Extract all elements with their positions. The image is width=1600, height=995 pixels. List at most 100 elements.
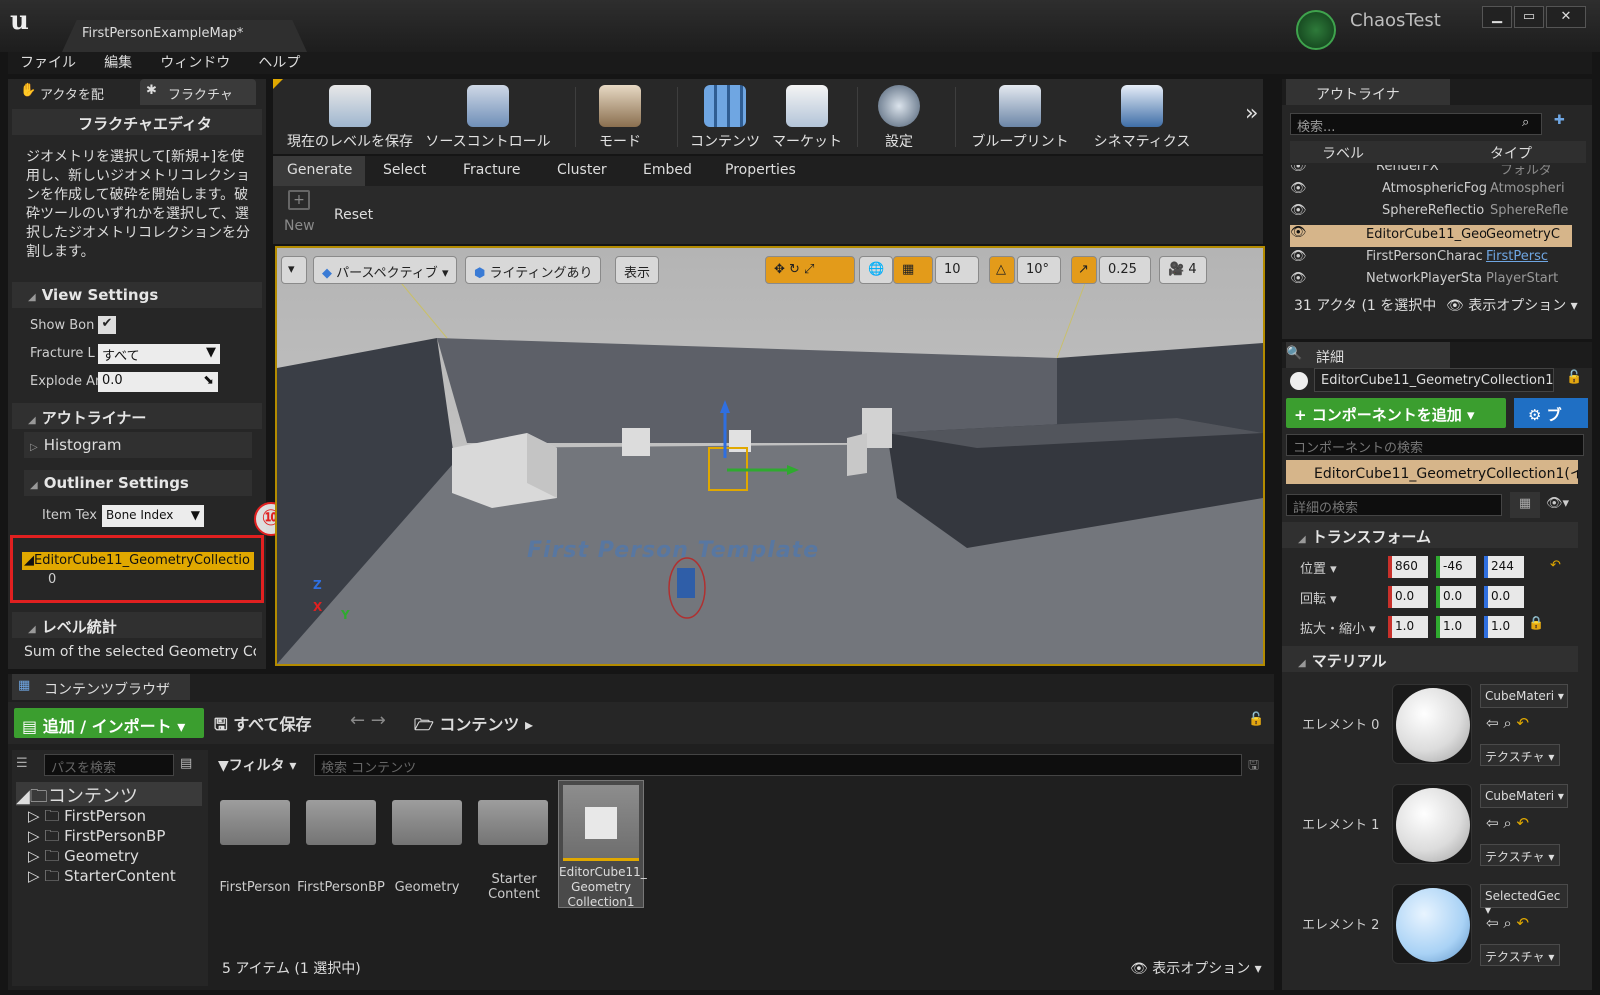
material-1-thumbnail[interactable] bbox=[1392, 784, 1472, 864]
list-item[interactable]: 👁 AtmosphericFog Atmospheri bbox=[1290, 181, 1586, 201]
world-local-toggle[interactable]: 🌐 bbox=[859, 256, 894, 284]
visibility-eye-icon[interactable]: 👁▾ bbox=[1546, 496, 1569, 511]
camera-speed-button[interactable]: 🎥 4 bbox=[1159, 256, 1207, 284]
tree-item[interactable]: ▷ 🗀 FirstPersonBP bbox=[16, 826, 202, 846]
rotation-snap-toggle[interactable]: △ bbox=[989, 256, 1015, 284]
user-avatar-icon[interactable] bbox=[1296, 10, 1336, 50]
outliner-settings-section[interactable]: ◢ Outliner Settings bbox=[24, 470, 252, 496]
settings-button[interactable]: 設定 bbox=[863, 79, 935, 154]
content-search-input[interactable]: 検索 コンテンツ bbox=[314, 754, 1242, 776]
outliner-view-options[interactable]: 👁 表示オプション ▾ bbox=[1446, 295, 1578, 315]
maximize-button[interactable]: ▭ bbox=[1514, 6, 1544, 28]
selected-asset-tile[interactable]: EditorCube11_ Geometry Collection1 bbox=[558, 780, 647, 909]
material-2-texture-select[interactable]: テクスチャ ▾ bbox=[1480, 944, 1560, 966]
menu-help[interactable]: ヘルプ bbox=[258, 52, 300, 74]
modes-button[interactable]: モード bbox=[579, 79, 661, 154]
scale-x[interactable]: 1.0 bbox=[1388, 616, 1428, 638]
list-item[interactable]: 👁 NetworkPlayerSta PlayerStart bbox=[1290, 271, 1586, 285]
material-2-tools[interactable]: ⇦ ⌕ ↶ bbox=[1486, 914, 1529, 932]
source-control-button[interactable]: ソースコントロール bbox=[423, 79, 553, 154]
component-row[interactable]: EditorCube11_GeometryCollection1(イン bbox=[1286, 460, 1578, 484]
rotation-label[interactable]: 回転 ▾ bbox=[1300, 588, 1337, 607]
tree-item[interactable]: ▷ 🗀 FirstPerson bbox=[16, 806, 202, 826]
save-all-button[interactable]: 🖫 すべて保存 bbox=[214, 711, 311, 741]
reset-button[interactable]: Reset bbox=[334, 207, 373, 223]
filter-button[interactable]: ▼フィルタ ▾ bbox=[218, 755, 296, 775]
tab-embed[interactable]: Embed bbox=[643, 156, 692, 186]
toolbar-overflow-button[interactable]: » bbox=[1245, 101, 1258, 126]
save-level-button[interactable]: 現在のレベルを保存 bbox=[279, 79, 421, 154]
perspective-button[interactable]: ◆ パースペクティブ ▾ bbox=[313, 256, 458, 284]
actor-name-field[interactable]: EditorCube11_GeometryCollection1 bbox=[1314, 368, 1554, 392]
add-import-button[interactable]: ▤ 追加 / インポート ▾ bbox=[14, 708, 204, 738]
add-actor-icon[interactable]: ✚ bbox=[1554, 113, 1565, 128]
material-2-thumbnail[interactable] bbox=[1392, 884, 1472, 964]
menu-window[interactable]: ウィンドウ bbox=[160, 52, 230, 74]
lock-icon[interactable]: 🔓 bbox=[1566, 370, 1582, 385]
details-search-input[interactable]: 詳細の検索 bbox=[1286, 494, 1502, 516]
map-tab[interactable]: FirstPersonExampleMap* bbox=[62, 20, 307, 52]
outliner-selected-item[interactable]: ◢EditorCube11_GeometryCollectio bbox=[22, 552, 254, 570]
location-x[interactable]: 860 bbox=[1388, 556, 1428, 578]
material-0-select[interactable]: CubeMateri ▾ bbox=[1480, 684, 1568, 708]
tab-fracture-tool[interactable]: Fracture bbox=[463, 156, 521, 186]
tab-fracture[interactable]: ✱ フラクチャ bbox=[140, 79, 256, 105]
add-component-button[interactable]: + コンポーネントを追加 ▾ bbox=[1286, 398, 1506, 428]
rotation-x[interactable]: 0.0 bbox=[1388, 586, 1428, 608]
cinematics-button[interactable]: シネマティクス bbox=[1087, 79, 1197, 154]
content-button[interactable]: コンテンツ bbox=[683, 79, 767, 154]
location-y[interactable]: -46 bbox=[1436, 556, 1476, 578]
material-0-tools[interactable]: ⇦ ⌕ ↶ bbox=[1486, 714, 1529, 732]
materials-section[interactable]: ◢ マテリアル bbox=[1282, 646, 1578, 672]
path-breadcrumb[interactable]: 🗁 コンテンツ ▸ bbox=[414, 711, 533, 741]
content-view-options[interactable]: 👁 表示オプション ▾ bbox=[1130, 958, 1262, 978]
sources-toggle-icon[interactable]: ☰ bbox=[16, 756, 28, 771]
new-button[interactable]: New bbox=[284, 218, 315, 234]
tab-cluster[interactable]: Cluster bbox=[557, 156, 607, 186]
close-button[interactable]: ✕ bbox=[1546, 6, 1586, 28]
fracture-level-select[interactable]: すべて ▼ bbox=[98, 344, 220, 364]
folder-icon[interactable] bbox=[220, 800, 290, 845]
menu-edit[interactable]: 編集 bbox=[104, 52, 132, 74]
outliner-header[interactable]: ◢ アウトライナー bbox=[12, 403, 262, 429]
minimize-button[interactable]: ▁ bbox=[1482, 6, 1512, 28]
material-0-texture-select[interactable]: テクスチャ ▾ bbox=[1480, 744, 1560, 766]
show-bone-checkbox[interactable]: ✔ bbox=[98, 316, 116, 334]
material-0-thumbnail[interactable] bbox=[1392, 684, 1472, 764]
viewport-menu-button[interactable]: ▾ bbox=[281, 256, 307, 284]
blueprint-script-button[interactable]: ⚙ ブ bbox=[1514, 398, 1588, 428]
scale-z[interactable]: 1.0 bbox=[1484, 616, 1524, 638]
marketplace-button[interactable]: マーケット bbox=[767, 79, 847, 154]
details-tab[interactable]: 詳細 bbox=[1286, 342, 1450, 368]
content-browser-tab[interactable]: コンテンツブラウザ bbox=[12, 674, 190, 700]
tab-generate[interactable]: Generate bbox=[273, 156, 365, 186]
outliner-tab[interactable]: アウトライナ bbox=[1286, 79, 1450, 105]
folder-icon[interactable] bbox=[392, 800, 462, 845]
level-viewport[interactable]: First Person Template ▾ ◆ パースペクティブ ▾ ⬢ ラ… bbox=[275, 246, 1265, 666]
lock-icon[interactable]: 🔓 bbox=[1248, 712, 1264, 727]
item-text-select[interactable]: Bone Index ▼ bbox=[102, 505, 204, 527]
tree-item[interactable]: ▷ 🗀 Geometry bbox=[16, 846, 202, 866]
location-label[interactable]: 位置 ▾ bbox=[1300, 558, 1337, 577]
histogram-section[interactable]: ▷ Histogram bbox=[24, 432, 252, 458]
blueprints-button[interactable]: ブループリント bbox=[965, 79, 1075, 154]
material-2-select[interactable]: SelectedGec ▾ bbox=[1480, 884, 1568, 917]
grid-snap-value[interactable]: 10 bbox=[935, 256, 979, 284]
column-label[interactable]: ラベル bbox=[1322, 143, 1364, 163]
rotation-y[interactable]: 0.0 bbox=[1436, 586, 1476, 608]
scale-y[interactable]: 1.0 bbox=[1436, 616, 1476, 638]
folder-icon[interactable] bbox=[478, 800, 548, 845]
rotation-snap-value[interactable]: 10° bbox=[1017, 256, 1061, 284]
scale-label[interactable]: 拡大・縮小 ▾ bbox=[1300, 618, 1376, 637]
scale-snap-toggle[interactable]: ↗ bbox=[1071, 256, 1097, 284]
tree-item[interactable]: ▷ 🗀 StarterContent bbox=[16, 866, 202, 886]
save-search-icon[interactable]: 🖫 bbox=[1248, 756, 1259, 778]
tree-root-content[interactable]: ◢🗀コンテンツ bbox=[16, 782, 202, 807]
location-z[interactable]: 244 bbox=[1484, 556, 1524, 578]
list-item[interactable]: 👁 SphereReflectio SphereRefle bbox=[1290, 203, 1586, 223]
view-settings-header[interactable]: ◢ View Settings bbox=[12, 282, 262, 308]
list-item-selected[interactable]: 👁 EditorCube11_Geo GeometryC bbox=[1290, 225, 1572, 247]
column-type[interactable]: タイプ bbox=[1490, 143, 1532, 163]
material-1-texture-select[interactable]: テクスチャ ▾ bbox=[1480, 844, 1560, 866]
grid-snap-toggle[interactable]: ▦ bbox=[893, 256, 933, 284]
